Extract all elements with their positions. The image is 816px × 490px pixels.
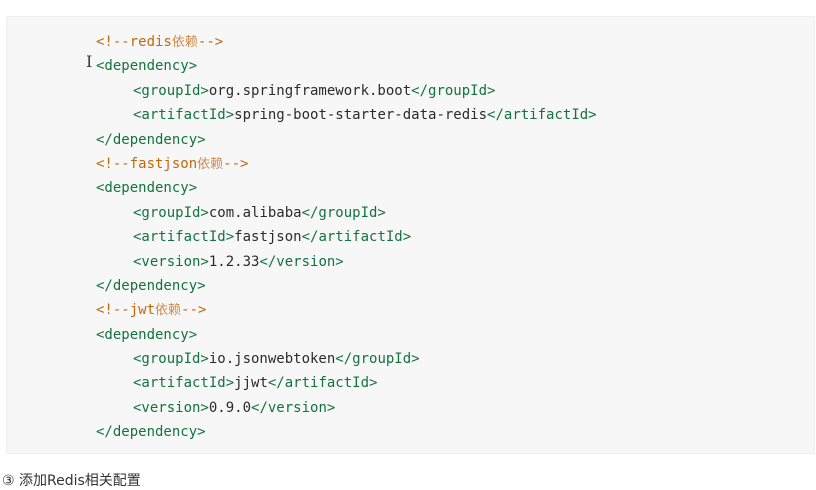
xml-open-tag: <artifactId> [133,375,235,392]
code-line: </dependency> [96,274,597,298]
xml-tag: <dependency> [96,180,198,197]
xml-close-tag: </groupId> [411,82,496,99]
xml-close-tag: </artifactId> [301,229,412,246]
code-line: <dependency> [96,176,597,200]
xml-close-tag: </groupId> [301,204,386,221]
xml-close-tag: </groupId> [335,351,420,368]
comment-cjk: 依赖 [171,35,198,50]
xml-value: io.jsonwebtoken [208,351,336,368]
xml-open-tag: <artifactId> [133,107,235,124]
xml-open-tag: <groupId> [133,351,209,368]
comment-cjk: 依赖 [197,156,224,172]
xml-open-tag: <artifactId> [133,229,235,246]
comment-open: <!-- [96,34,130,50]
comment-name: fastjson [129,155,198,172]
comment-name: jwt [129,302,156,319]
code-line: <version>0.9.0</version> [96,396,597,420]
xml-tag: </dependency> [96,131,206,148]
xml-open-tag: <version> [133,253,209,270]
code-block: <!--redis依赖--> <dependency> <groupId>org.s… [6,16,815,454]
xml-value: 1.2.33 [208,253,260,270]
code-line: <groupId>com.alibaba</groupId> [96,201,597,225]
code-line: <version>1.2.33</version> [96,250,597,274]
xml-tag: <dependency> [96,326,198,343]
xml-value: jjwt [234,375,268,392]
xml-tag: </dependency> [96,277,206,294]
code-line: <dependency> [96,54,597,78]
code-line: <!--redis依赖--> [96,30,597,54]
comment-open: <!-- [96,302,130,319]
xml-value: 0.9.0 [208,399,252,416]
code-line: <artifactId>spring-boot-starter-data-red… [96,103,597,127]
comment-close: --> [223,155,249,172]
xml-open-tag: <groupId> [133,204,209,221]
xml-tag: <dependency> [96,58,198,75]
xml-open-tag: <version> [133,399,209,416]
code-line: <groupId>org.springframework.boot</group… [96,79,597,103]
code-line: <groupId>io.jsonwebtoken</groupId> [96,347,597,371]
comment-cjk: 依赖 [155,303,182,319]
comment-name: redis [129,34,172,50]
xml-tag: </dependency> [96,424,206,441]
text-cursor-icon: I [86,52,93,71]
xml-close-tag: </version> [259,253,344,270]
code-line: <!--jwt依赖--> [96,298,597,322]
comment-close: --> [197,34,224,50]
xml-open-tag: <groupId> [133,82,209,99]
code-line: <!--fastjson依赖--> [96,152,597,176]
xml-value: fastjson [234,229,302,246]
code-line: <artifactId>jjwt</artifactId> [96,371,597,395]
code-line: <artifactId>fastjson</artifactId> [96,225,597,249]
xml-value: org.springframework.boot [208,82,412,99]
code-content: <!--redis依赖--> <dependency> <groupId>org.s… [96,30,597,445]
xml-close-tag: </version> [251,399,336,416]
comment-close: --> [181,302,207,319]
comment-open: <!-- [96,155,130,172]
xml-close-tag: </artifactId> [267,375,378,392]
section-caption: ③ 添加Redis相关配置 [2,473,141,489]
code-line: </dependency> [96,128,597,152]
xml-close-tag: </artifactId> [487,107,597,124]
code-line: <dependency> [96,323,597,347]
code-line: </dependency> [96,420,597,444]
xml-value: com.alibaba [208,204,302,221]
xml-value: spring-boot-starter-data-redis [234,107,488,124]
